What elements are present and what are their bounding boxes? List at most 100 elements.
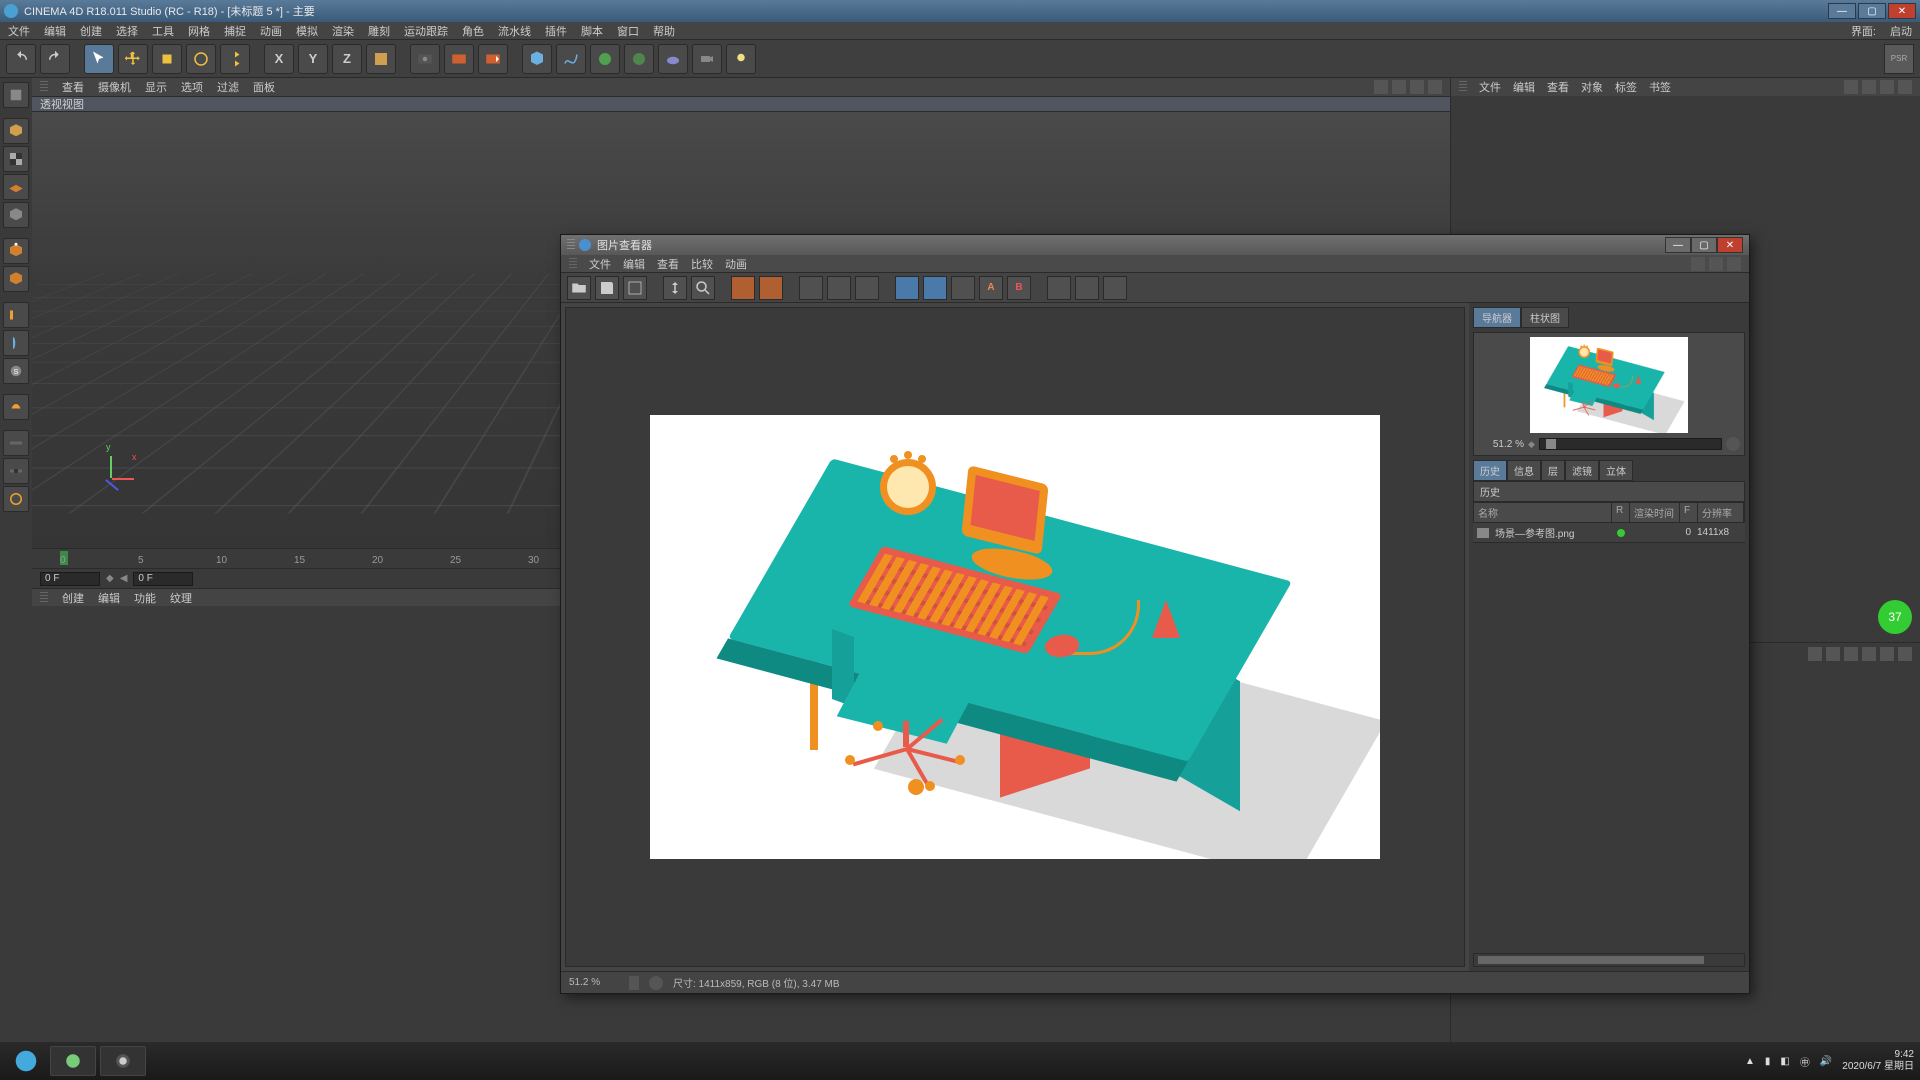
menu-select[interactable]: 选择 — [116, 23, 138, 39]
col-f[interactable]: F — [1680, 503, 1698, 522]
render-view-button[interactable] — [410, 44, 440, 74]
taskbar-app-browser[interactable] — [50, 1046, 96, 1076]
pv-zoom-button[interactable] — [691, 276, 715, 300]
psr-indicator[interactable]: PSR — [1884, 44, 1914, 74]
close-button[interactable]: ✕ — [1888, 3, 1916, 19]
menu-plugins[interactable]: 插件 — [545, 23, 567, 39]
attr-new-icon[interactable] — [1898, 647, 1912, 661]
tab-function[interactable]: 功能 — [134, 590, 156, 606]
pv-hist-clear-button[interactable] — [1103, 276, 1127, 300]
points-mode-button[interactable] — [3, 238, 29, 264]
grip-icon[interactable] — [567, 239, 575, 251]
pv-hist-back-button[interactable] — [1047, 276, 1071, 300]
pv-grid-button[interactable] — [623, 276, 647, 300]
tab-create[interactable]: 创建 — [62, 590, 84, 606]
add-generator-button[interactable] — [590, 44, 620, 74]
live-select-tool[interactable] — [84, 44, 114, 74]
taskbar-clock[interactable]: 9:42 2020/6/7 星期日 — [1842, 1049, 1914, 1073]
pv-channel-alpha-button[interactable] — [759, 276, 783, 300]
menu-script[interactable]: 脚本 — [581, 23, 603, 39]
tray-ime-icon[interactable]: ㊥ — [1800, 1054, 1810, 1069]
attr-nav-up-icon[interactable] — [1844, 647, 1858, 661]
pv-htab-history[interactable]: 历史 — [1473, 460, 1507, 481]
tab-texture[interactable]: 纹理 — [170, 590, 192, 606]
pv-title-bar[interactable]: 图片查看器 — ▢ ✕ — [561, 235, 1749, 255]
pv-minimize-button[interactable]: — — [1665, 237, 1691, 253]
pv-stereo-button[interactable] — [895, 276, 919, 300]
pv-htab-filter[interactable]: 滤镜 — [1565, 460, 1599, 481]
menu-mesh[interactable]: 网格 — [188, 23, 210, 39]
model-mode-button[interactable] — [3, 118, 29, 144]
tab-edit[interactable]: 编辑 — [98, 590, 120, 606]
pv-expand-icon[interactable] — [1709, 257, 1723, 271]
pv-set-b-button[interactable]: B — [1007, 276, 1031, 300]
menu-create[interactable]: 创建 — [80, 23, 102, 39]
pv-thumbnail[interactable] — [1530, 337, 1688, 433]
vp-rotate-icon[interactable] — [1410, 80, 1424, 94]
attr-lock-icon[interactable] — [1862, 647, 1876, 661]
add-spline-button[interactable] — [556, 44, 586, 74]
z-axis-toggle[interactable]: Z — [332, 44, 362, 74]
vp-menu-panel[interactable]: 面板 — [253, 79, 275, 95]
om-file[interactable]: 文件 — [1479, 79, 1501, 95]
redo-button[interactable] — [40, 44, 70, 74]
uv-points-button[interactable] — [3, 330, 29, 356]
menu-window[interactable]: 窗口 — [617, 23, 639, 39]
add-camera-button[interactable] — [692, 44, 722, 74]
col-time[interactable]: 渲染时间 — [1630, 503, 1680, 522]
pv-htab-info[interactable]: 信息 — [1507, 460, 1541, 481]
tray-volume-icon[interactable]: 🔊 — [1820, 1056, 1832, 1067]
vp-toggle-icon[interactable] — [1428, 80, 1442, 94]
soft-select-button[interactable] — [3, 486, 29, 512]
attr-mode-icon[interactable] — [1880, 647, 1894, 661]
vp-zoom-icon[interactable] — [1392, 80, 1406, 94]
tray-network-icon[interactable]: ◧ — [1780, 1056, 1789, 1067]
grip-icon[interactable] — [1459, 81, 1467, 93]
menu-animate[interactable]: 动画 — [260, 23, 282, 39]
pv-save-button[interactable] — [595, 276, 619, 300]
coord-system-button[interactable] — [366, 44, 396, 74]
maximize-button[interactable]: ▢ — [1858, 3, 1886, 19]
grip-icon[interactable] — [569, 258, 577, 270]
pv-menu-view[interactable]: 查看 — [657, 256, 679, 272]
pv-channel-rgb-button[interactable] — [731, 276, 755, 300]
menu-help[interactable]: 帮助 — [653, 23, 675, 39]
pv-compare-ab-button[interactable] — [855, 276, 879, 300]
menu-snap[interactable]: 捕捉 — [224, 23, 246, 39]
vp-pan-icon[interactable] — [1374, 80, 1388, 94]
pv-open-button[interactable] — [567, 276, 591, 300]
current-frame-input[interactable] — [40, 572, 100, 586]
om-bookmarks[interactable]: 书签 — [1649, 79, 1671, 95]
pv-set-a-button[interactable]: A — [979, 276, 1003, 300]
pv-zoom-slider[interactable] — [1539, 438, 1722, 450]
tweak-button[interactable] — [3, 394, 29, 420]
om-eye-icon[interactable] — [1880, 80, 1894, 94]
menu-sculpt[interactable]: 雕刻 — [368, 23, 390, 39]
menu-pipeline[interactable]: 流水线 — [498, 23, 531, 39]
om-search-icon[interactable] — [1844, 80, 1858, 94]
uv-polygons-button[interactable]: S — [3, 358, 29, 384]
pv-menu-anim[interactable]: 动画 — [725, 256, 747, 272]
pv-htab-layer[interactable]: 层 — [1541, 460, 1565, 481]
add-deformer-button[interactable] — [624, 44, 654, 74]
system-tray[interactable]: ▲ ▮ ◧ ㊥ 🔊 9:42 2020/6/7 星期日 — [1745, 1049, 1914, 1073]
vp-menu-options[interactable]: 选项 — [181, 79, 203, 95]
tray-up-icon[interactable]: ▲ — [1745, 1056, 1755, 1067]
last-tool[interactable] — [220, 44, 250, 74]
om-filter-icon[interactable] — [1898, 80, 1912, 94]
menu-motiontrack[interactable]: 运动跟踪 — [404, 23, 448, 39]
layout-dropdown[interactable]: 启动 — [1890, 23, 1912, 39]
menu-tools[interactable]: 工具 — [152, 23, 174, 39]
pv-hist-fwd-button[interactable] — [1075, 276, 1099, 300]
pv-fit-button[interactable] — [663, 276, 687, 300]
notification-badge[interactable]: 37 — [1878, 600, 1912, 634]
pv-dock-icon[interactable] — [1691, 257, 1705, 271]
pv-play-button[interactable] — [649, 976, 663, 990]
om-objects[interactable]: 对象 — [1581, 79, 1603, 95]
rotate-tool[interactable] — [186, 44, 216, 74]
menu-edit[interactable]: 编辑 — [44, 23, 66, 39]
scale-tool[interactable] — [152, 44, 182, 74]
end-frame-input[interactable] — [133, 572, 193, 586]
grip-icon[interactable] — [40, 81, 48, 93]
add-environment-button[interactable] — [658, 44, 688, 74]
